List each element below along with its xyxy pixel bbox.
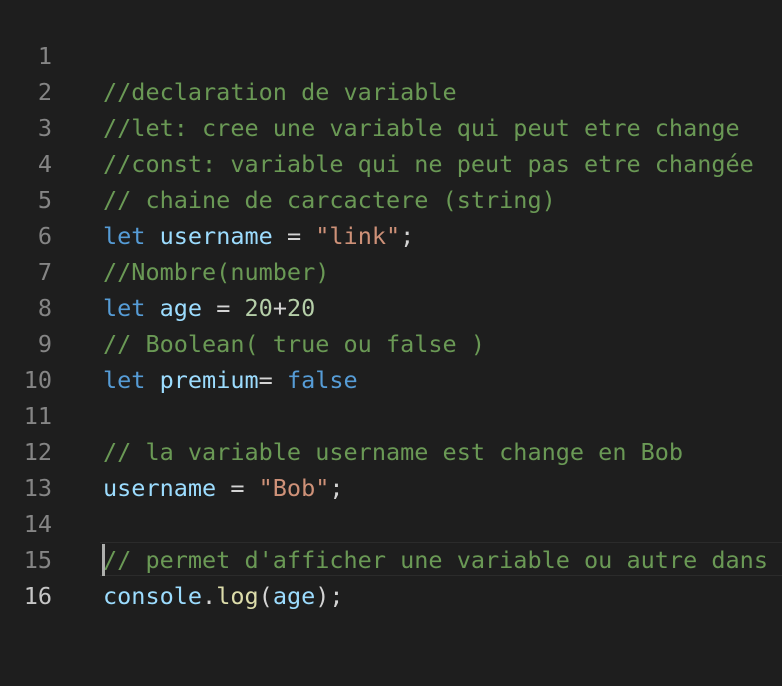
code-editor[interactable]: 1 //declaration de variable 2 //let: cre… xyxy=(0,0,782,614)
code-line[interactable]: 10 xyxy=(0,326,782,394)
code-line[interactable]: 11 // la variable username est change en… xyxy=(0,362,782,466)
dot: . xyxy=(202,582,217,610)
paren-open: ( xyxy=(258,582,273,610)
code-line[interactable]: 9 let premium= false xyxy=(0,290,782,394)
code-line[interactable]: 6 //Nombre(number) xyxy=(0,182,782,286)
code-line[interactable]: 8 // Boolean( true ou false ) xyxy=(0,254,782,358)
paren-close-semicolon: ); xyxy=(315,582,344,610)
code-line[interactable]: 3 //const: variable qui ne peut pas etre… xyxy=(0,74,782,178)
code-line[interactable]: 13 xyxy=(0,434,782,502)
text-cursor xyxy=(102,544,105,576)
code-line[interactable]: 7 let age = 20+20 xyxy=(0,218,782,322)
object-console: console xyxy=(103,582,203,610)
code-line[interactable]: 4 // chaine de carcactere (string) xyxy=(0,110,782,214)
code-line[interactable]: 15 console.log(age); xyxy=(0,506,782,610)
code-line[interactable]: 5 let username = "link"; xyxy=(0,146,782,250)
code-line[interactable]: 2 //let: cree une variable qui peut etre… xyxy=(0,38,782,142)
code-line[interactable]: 12 username = "Bob"; xyxy=(0,398,782,502)
code-line-current[interactable]: 16 xyxy=(0,542,782,610)
variable-age: age xyxy=(272,582,316,610)
code-line[interactable]: 1 //declaration de variable xyxy=(0,2,782,106)
line-number-active: 16 xyxy=(23,582,52,610)
function-log: log xyxy=(216,582,259,610)
code-line[interactable]: 14 // permet d'afficher une variable ou … xyxy=(0,470,782,574)
